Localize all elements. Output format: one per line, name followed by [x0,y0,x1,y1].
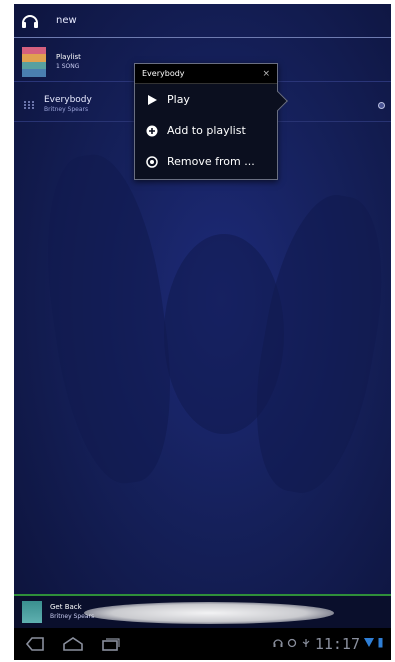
usb-icon [301,638,311,651]
action-bar: new [14,4,391,38]
song-meta: Everybody Britney Spears [44,94,92,114]
close-icon[interactable]: × [262,69,270,79]
system-bar: 11:17 [14,628,391,660]
context-menu-indicator-icon[interactable] [378,102,385,109]
context-menu-title: Everybody [142,69,185,78]
menu-item-add-to-playlist[interactable]: Add to playlist [135,115,277,146]
screen-glare [84,602,334,624]
menu-item-play[interactable]: Play [135,84,277,115]
add-icon [145,124,159,138]
battery-icon [378,637,383,651]
playlist-meta: Playlist 1 SONG [56,53,81,71]
headphones-icon [273,638,283,651]
drag-handle-icon[interactable] [24,95,34,115]
context-menu-header: Everybody × [135,64,277,84]
menu-item-label: Add to playlist [167,124,246,137]
playlist-title: Playlist [56,52,81,61]
menu-item-remove-from[interactable]: Remove from ... [135,146,277,177]
playlist-cover [22,46,46,77]
menu-item-label: Play [167,93,190,106]
home-icon[interactable] [62,636,84,652]
song-context-menu: Everybody × Play Add to playlist Remove … [134,63,288,180]
action-bar-title[interactable]: new [56,15,77,26]
sync-icon [287,638,297,651]
wifi-signal-icon [364,637,374,651]
song-title: Everybody [44,94,92,105]
clock: 11:17 [314,635,360,653]
now-playing-cover [22,601,42,623]
music-app-screen: new Playlist 1 SONG Everybody Britney Sp… [14,4,391,660]
play-icon [145,93,159,107]
playlist-song-count: 1 SONG [56,62,80,70]
headphones-icon[interactable] [20,12,42,30]
background-art [31,147,187,491]
status-area[interactable]: 11:17 [273,635,383,653]
menu-item-label: Remove from ... [167,155,255,168]
recent-apps-icon[interactable] [100,636,122,652]
song-artist: Britney Spears [44,105,89,113]
remove-icon [145,155,159,169]
back-icon[interactable] [24,636,46,652]
